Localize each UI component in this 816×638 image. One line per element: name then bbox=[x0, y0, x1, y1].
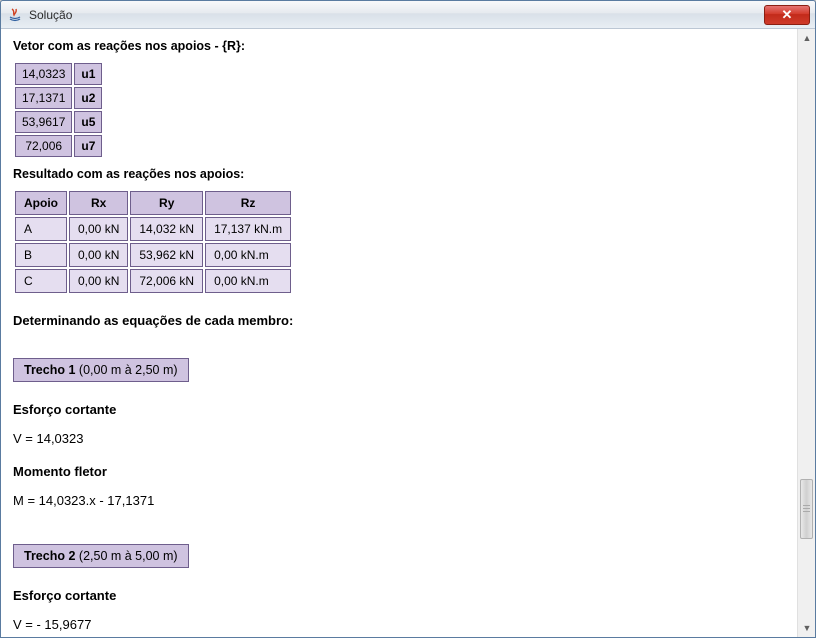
segment-header: Trecho 1 (0,00 m à 2,50 m) bbox=[13, 358, 189, 382]
col-apoio: Apoio bbox=[15, 191, 67, 215]
scroll-down-arrow-icon[interactable]: ▼ bbox=[798, 619, 815, 637]
vector-value: 14,0323 bbox=[15, 63, 72, 85]
vector-label: u1 bbox=[74, 63, 102, 85]
table-row: B 0,00 kN 53,962 kN 0,00 kN.m bbox=[15, 243, 291, 267]
scroll-up-arrow-icon[interactable]: ▲ bbox=[798, 29, 815, 47]
java-app-icon bbox=[7, 7, 23, 23]
equations-heading: Determinando as equações de cada membro: bbox=[13, 313, 785, 328]
cell-ry: 53,962 kN bbox=[130, 243, 203, 267]
table-row: 72,006 u7 bbox=[15, 135, 102, 157]
segment-name: Trecho 2 bbox=[24, 549, 75, 563]
scroll-thumb[interactable] bbox=[800, 479, 813, 539]
cell-rx: 0,00 kN bbox=[69, 217, 128, 241]
vector-label: u5 bbox=[74, 111, 102, 133]
segment-name: Trecho 1 bbox=[24, 363, 75, 377]
vector-value: 53,9617 bbox=[15, 111, 72, 133]
support-reactions-table: Apoio Rx Ry Rz A 0,00 kN 14,032 kN 17,13… bbox=[13, 189, 293, 295]
table-row: 14,0323 u1 bbox=[15, 63, 102, 85]
cell-rx: 0,00 kN bbox=[69, 269, 128, 293]
cell-apoio: A bbox=[15, 217, 67, 241]
table-row: C 0,00 kN 72,006 kN 0,00 kN.m bbox=[15, 269, 291, 293]
cell-rz: 17,137 kN.m bbox=[205, 217, 291, 241]
close-icon: ✕ bbox=[782, 7, 793, 23]
vector-heading: Vetor com as reações nos apoios - {R}: bbox=[13, 39, 785, 53]
cell-rz: 0,00 kN.m bbox=[205, 269, 291, 293]
cell-rx: 0,00 kN bbox=[69, 243, 128, 267]
titlebar[interactable]: Solução ✕ bbox=[1, 1, 815, 29]
table-row: 53,9617 u5 bbox=[15, 111, 102, 133]
segment-range: (2,50 m à 5,00 m) bbox=[79, 549, 178, 563]
table-row: A 0,00 kN 14,032 kN 17,137 kN.m bbox=[15, 217, 291, 241]
table-row: 17,1371 u2 bbox=[15, 87, 102, 109]
cell-apoio: C bbox=[15, 269, 67, 293]
shear-label: Esforço cortante bbox=[13, 588, 785, 603]
shear-equation: V = 14,0323 bbox=[13, 431, 785, 446]
vertical-scrollbar[interactable]: ▲ ▼ bbox=[797, 29, 815, 637]
vector-value: 72,006 bbox=[15, 135, 72, 157]
col-rx: Rx bbox=[69, 191, 128, 215]
close-button[interactable]: ✕ bbox=[764, 5, 810, 25]
segment-header: Trecho 2 (2,50 m à 5,00 m) bbox=[13, 544, 189, 568]
app-window: Solução ✕ Vetor com as reações nos apoio… bbox=[0, 0, 816, 638]
cell-ry: 14,032 kN bbox=[130, 217, 203, 241]
shear-label: Esforço cortante bbox=[13, 402, 785, 417]
cell-rz: 0,00 kN.m bbox=[205, 243, 291, 267]
moment-label: Momento fletor bbox=[13, 464, 785, 479]
vector-label: u7 bbox=[74, 135, 102, 157]
cell-ry: 72,006 kN bbox=[130, 269, 203, 293]
vector-value: 17,1371 bbox=[15, 87, 72, 109]
shear-equation: V = - 15,9677 bbox=[13, 617, 785, 632]
content-area: Vetor com as reações nos apoios - {R}: 1… bbox=[1, 29, 815, 637]
col-rz: Rz bbox=[205, 191, 291, 215]
window-title: Solução bbox=[29, 8, 764, 22]
segment-range: (0,00 m à 2,50 m) bbox=[79, 363, 178, 377]
vector-label: u2 bbox=[74, 87, 102, 109]
moment-equation: M = 14,0323.x - 17,1371 bbox=[13, 493, 785, 508]
table-header-row: Apoio Rx Ry Rz bbox=[15, 191, 291, 215]
cell-apoio: B bbox=[15, 243, 67, 267]
reaction-vector-table: 14,0323 u1 17,1371 u2 53,9617 u5 72,006 … bbox=[13, 61, 104, 159]
content-viewport: Vetor com as reações nos apoios - {R}: 1… bbox=[1, 29, 797, 637]
result-heading: Resultado com as reações nos apoios: bbox=[13, 167, 785, 181]
col-ry: Ry bbox=[130, 191, 203, 215]
